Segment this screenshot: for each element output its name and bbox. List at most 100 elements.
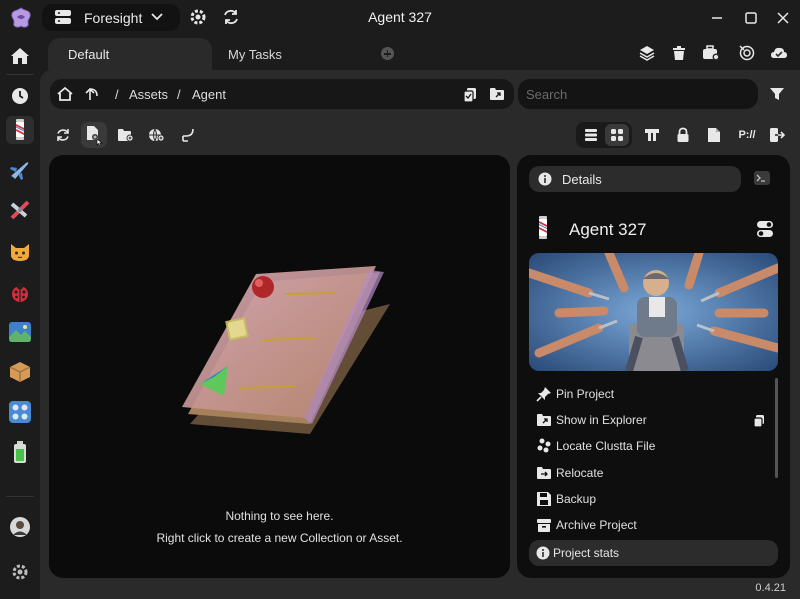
cloud-check-icon[interactable] [770, 45, 788, 61]
locate-icon [536, 438, 552, 454]
sidebar-project-control-knobs[interactable] [6, 398, 34, 426]
airplane-icon [8, 198, 32, 222]
lock-icon [676, 127, 690, 143]
search-input[interactable] [526, 85, 746, 103]
app-logo-icon [8, 6, 34, 30]
path-label: P:// [738, 129, 756, 141]
sidebar-project-airplane[interactable] [6, 196, 34, 224]
filter-icon[interactable] [769, 86, 785, 102]
archive-icon [536, 517, 552, 533]
project-stats-label: Project stats [553, 546, 620, 560]
details-header[interactable]: Details [529, 166, 741, 192]
barber-pole-icon [536, 215, 550, 241]
copy-path-icon[interactable] [463, 87, 477, 103]
home-icon[interactable] [57, 86, 73, 102]
arrow-up-icon[interactable] [84, 86, 100, 102]
folder-open-icon [536, 412, 552, 428]
list-view-button[interactable] [579, 124, 603, 146]
barber-pole-icon [12, 118, 28, 142]
add-tab-icon[interactable] [381, 47, 394, 60]
control-knobs-icon [8, 400, 32, 424]
breadcrumb-item-assets[interactable]: Assets [129, 87, 168, 102]
empty-state-illustration [170, 262, 400, 442]
briefcase-settings-icon[interactable] [702, 45, 720, 61]
copy-path-icon[interactable] [753, 414, 765, 428]
tab-default[interactable]: Default [48, 38, 212, 70]
new-asset-button[interactable] [81, 122, 107, 148]
sidebar-project-cat[interactable] [6, 238, 34, 266]
breadcrumb-item-agent[interactable]: Agent [192, 87, 226, 102]
details-scrollbar[interactable] [775, 378, 778, 478]
relocate-action[interactable]: Relocate [529, 462, 769, 484]
lock-button[interactable] [670, 122, 696, 148]
sidebar-divider [6, 496, 34, 497]
app-version: 0.4.21 [755, 582, 786, 594]
sidebar-project-package[interactable] [6, 358, 34, 386]
list-icon [584, 128, 598, 142]
refresh-icon[interactable] [221, 7, 241, 27]
breadcrumb [50, 79, 514, 109]
project-stats-button[interactable]: Project stats [529, 540, 778, 566]
empty-state-hint: Right click to create a new Collection o… [156, 531, 403, 545]
file-button[interactable] [701, 122, 727, 148]
folder-move-icon [536, 465, 552, 481]
settings-icon[interactable] [8, 560, 32, 584]
info-icon [538, 172, 552, 186]
target-icon[interactable] [739, 45, 755, 61]
archive-project-action[interactable]: Archive Project [529, 514, 769, 536]
battery-icon [13, 440, 27, 464]
landscape-icon [8, 321, 32, 343]
avatar[interactable] [8, 515, 32, 539]
details-header-label: Details [562, 172, 602, 187]
text-format-button[interactable] [639, 122, 665, 148]
new-entity-button[interactable] [144, 122, 170, 148]
close-button[interactable] [774, 9, 792, 27]
search-box [518, 79, 758, 109]
minimize-button[interactable] [708, 9, 726, 27]
trash-icon[interactable] [671, 45, 687, 61]
add-folder-icon [117, 127, 135, 143]
breadcrumb-separator: / [177, 87, 181, 102]
locate-clustta-file-action[interactable]: Locate Clustta File [529, 435, 769, 457]
file-icon [707, 127, 721, 143]
sidebar-project-ladybug[interactable] [6, 278, 34, 306]
home-icon[interactable] [6, 42, 34, 70]
info-icon [536, 546, 550, 560]
clock-icon[interactable] [6, 82, 34, 110]
maximize-button[interactable] [742, 9, 760, 27]
sidebar-project-jet[interactable] [6, 156, 34, 184]
empty-state-title: Nothing to see here. [225, 509, 334, 523]
action-label: Locate Clustta File [556, 439, 656, 453]
exit-icon [769, 127, 785, 143]
sidebar-divider [6, 74, 34, 75]
toggle-settings-icon[interactable] [756, 220, 774, 238]
gear-icon[interactable] [188, 7, 208, 27]
tab-my-tasks[interactable]: My Tasks [228, 47, 282, 62]
grid-view-button[interactable] [605, 124, 629, 146]
path-button[interactable]: P:// [733, 122, 761, 148]
terminal-icon[interactable] [754, 171, 770, 185]
new-collection-button[interactable] [113, 122, 139, 148]
text-tool-icon [644, 127, 660, 143]
exit-button[interactable] [764, 122, 790, 148]
arrow-return-icon [180, 127, 196, 143]
save-icon [536, 491, 552, 507]
backup-action[interactable]: Backup [529, 488, 769, 510]
layers-icon[interactable] [639, 45, 655, 61]
server-icon [54, 9, 72, 25]
grid-icon [610, 128, 624, 142]
show-in-explorer-action[interactable]: Show in Explorer [529, 409, 769, 431]
open-folder-icon[interactable] [489, 87, 505, 101]
action-label: Backup [556, 492, 597, 506]
workspace-selector[interactable]: Foresight [42, 4, 180, 31]
import-button[interactable] [175, 122, 201, 148]
pin-project-action[interactable]: Pin Project [529, 383, 769, 405]
sidebar-project-battery[interactable] [6, 438, 34, 466]
refresh-button[interactable] [50, 122, 76, 148]
sidebar-project-barber-pole[interactable] [6, 116, 34, 144]
sidebar-project-landscape[interactable] [6, 318, 34, 346]
ladybug-icon [8, 280, 32, 304]
add-file-icon [83, 124, 105, 146]
project-title: Agent 327 [569, 220, 647, 239]
workspace-name: Foresight [84, 10, 143, 26]
